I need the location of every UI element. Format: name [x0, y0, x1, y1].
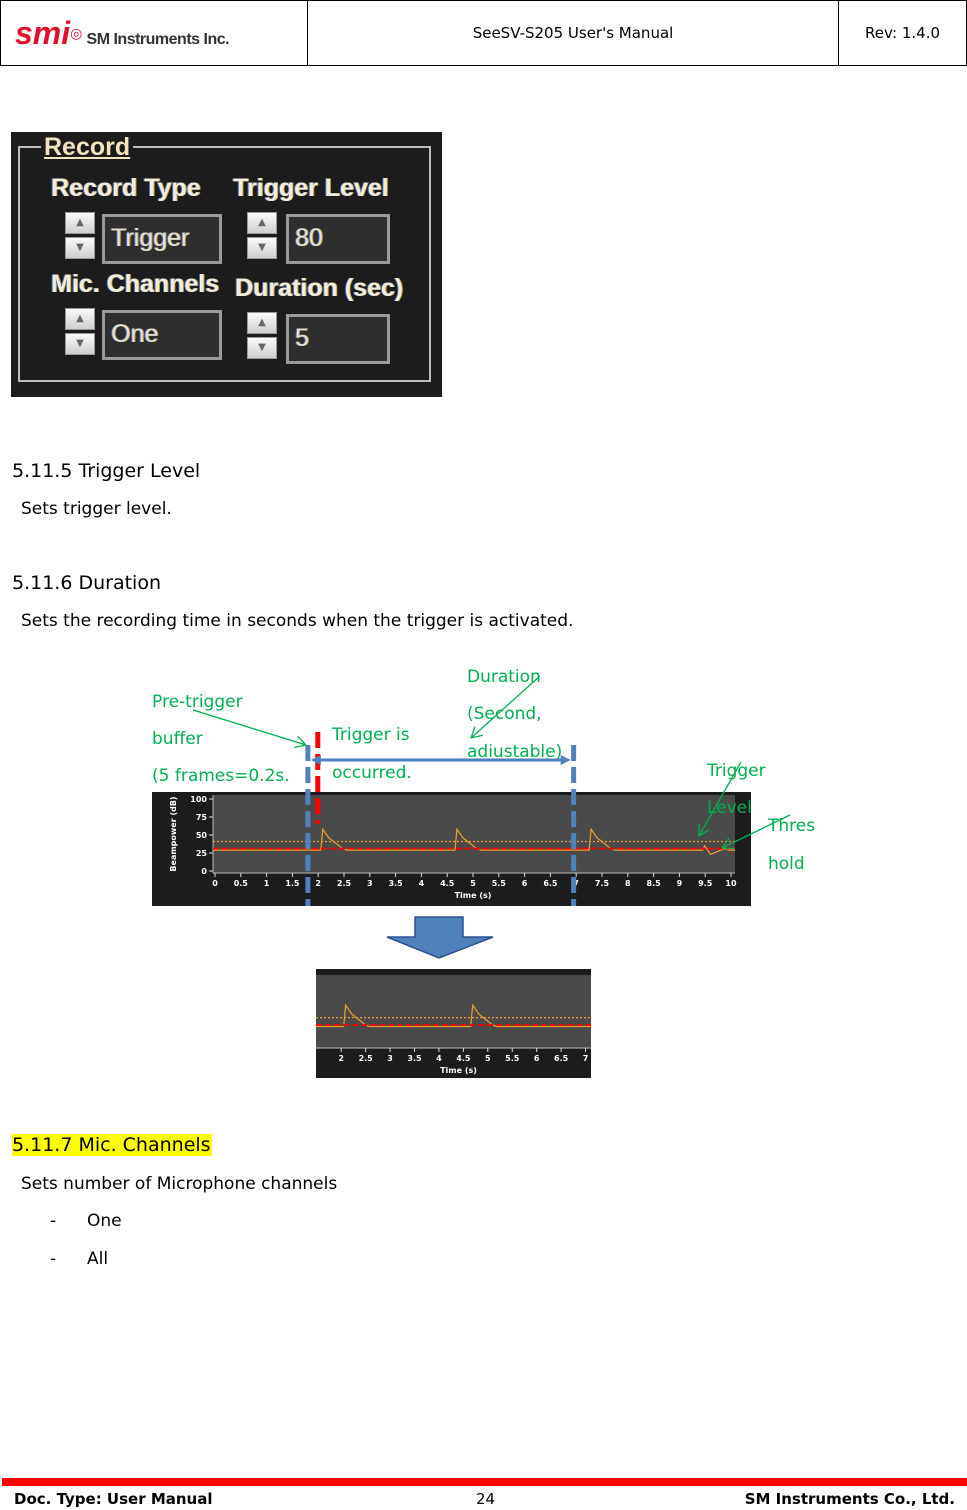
list-item: All — [87, 1249, 109, 1269]
trigger-level-annotation-line: Level — [707, 798, 752, 818]
manual-page: smi◎ SM Instruments Inc. SeeSV-S205 User… — [0, 0, 967, 1510]
trigger-annotation-line: occurred. — [332, 763, 412, 783]
footer-page-number: 24 — [476, 1490, 496, 1508]
duration-annotation-line: Duration — [467, 667, 541, 687]
duration-annotation-line: (Second, — [467, 704, 542, 724]
list-item: One — [87, 1211, 122, 1231]
arrowhead-icon — [721, 847, 735, 850]
threshold-annotation-line: Thres — [768, 816, 816, 836]
section-heading-highlighted: 5.11.7 Mic. Channels — [12, 1134, 212, 1156]
annotation-arrow — [192, 709, 307, 746]
footer-doc-type: Doc. Type: User Manual — [14, 1490, 213, 1508]
pretrigger-annotation-line: (5 frames=0.2s. — [152, 766, 290, 785]
arrowhead-icon — [294, 744, 307, 749]
section-body: Sets number of Microphone channels — [21, 1174, 338, 1194]
trigger-level-annotation-line: Trigger — [707, 761, 766, 781]
pretrigger-annotation-line: buffer — [152, 729, 203, 749]
footer-company: SM Instruments Co., Ltd. — [744, 1490, 955, 1508]
footer-rule — [2, 1478, 967, 1486]
bullet-dash: - — [50, 1249, 57, 1269]
duration-annotation-line: adiustable) — [467, 742, 563, 762]
threshold-annotation-line: hold — [768, 854, 805, 874]
pretrigger-annotation-line: Pre-trigger — [152, 692, 243, 712]
trigger-annotation-line: Trigger is — [332, 725, 410, 745]
bullet-dash: - — [50, 1211, 57, 1231]
